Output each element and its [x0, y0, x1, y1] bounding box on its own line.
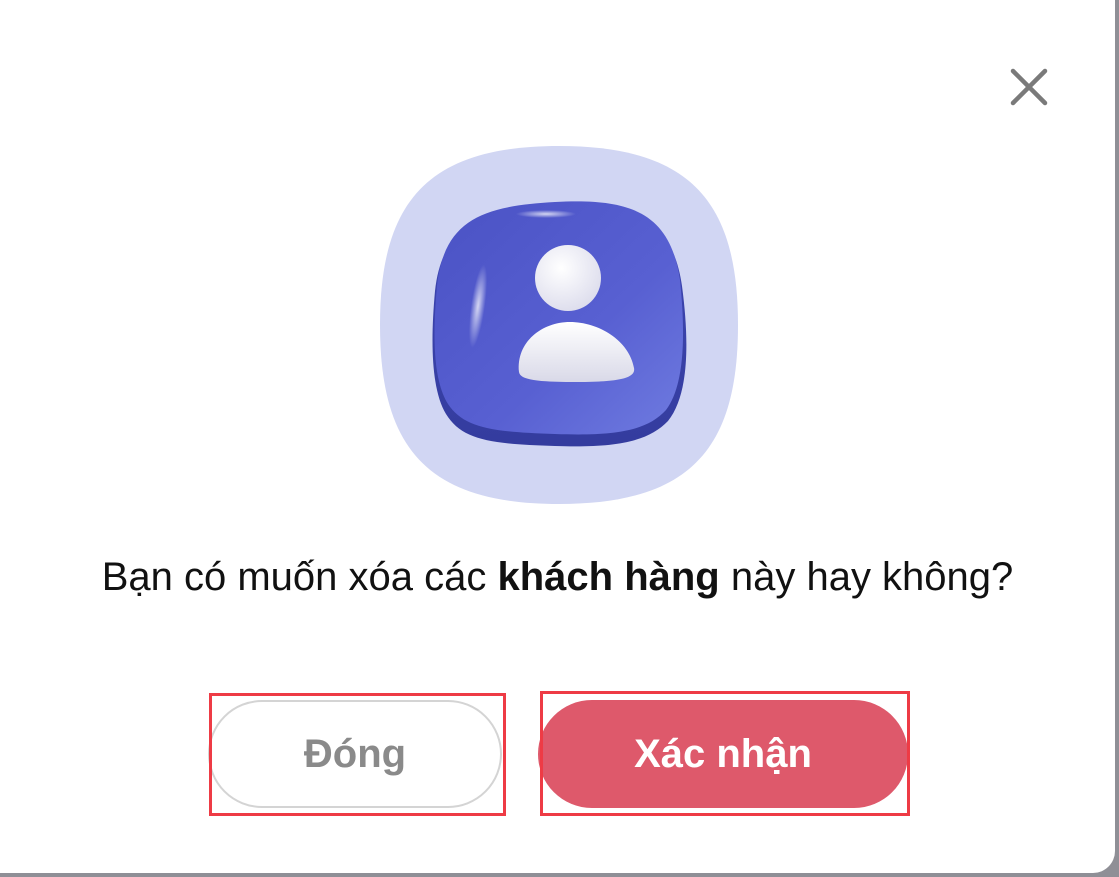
close-dialog-label: Đóng: [303, 731, 407, 776]
message-bold-entity: khách hàng: [497, 555, 720, 599]
close-dialog-button[interactable]: Đóng: [208, 700, 502, 808]
message-suffix: này hay không?: [719, 555, 1014, 599]
message-prefix: Bạn có muốn xóa các: [101, 555, 498, 599]
confirm-message: Bạn có muốn xóa các khách hàng này hay k…: [0, 548, 1115, 606]
confirm-button[interactable]: Xác nhận: [538, 700, 908, 808]
confirm-delete-dialog: Bạn có muốn xóa các khách hàng này hay k…: [0, 0, 1115, 873]
user-profile-icon: [380, 146, 738, 504]
close-button[interactable]: [1004, 62, 1054, 112]
close-icon: [1010, 68, 1048, 106]
confirm-label: Xác nhận: [634, 731, 812, 776]
